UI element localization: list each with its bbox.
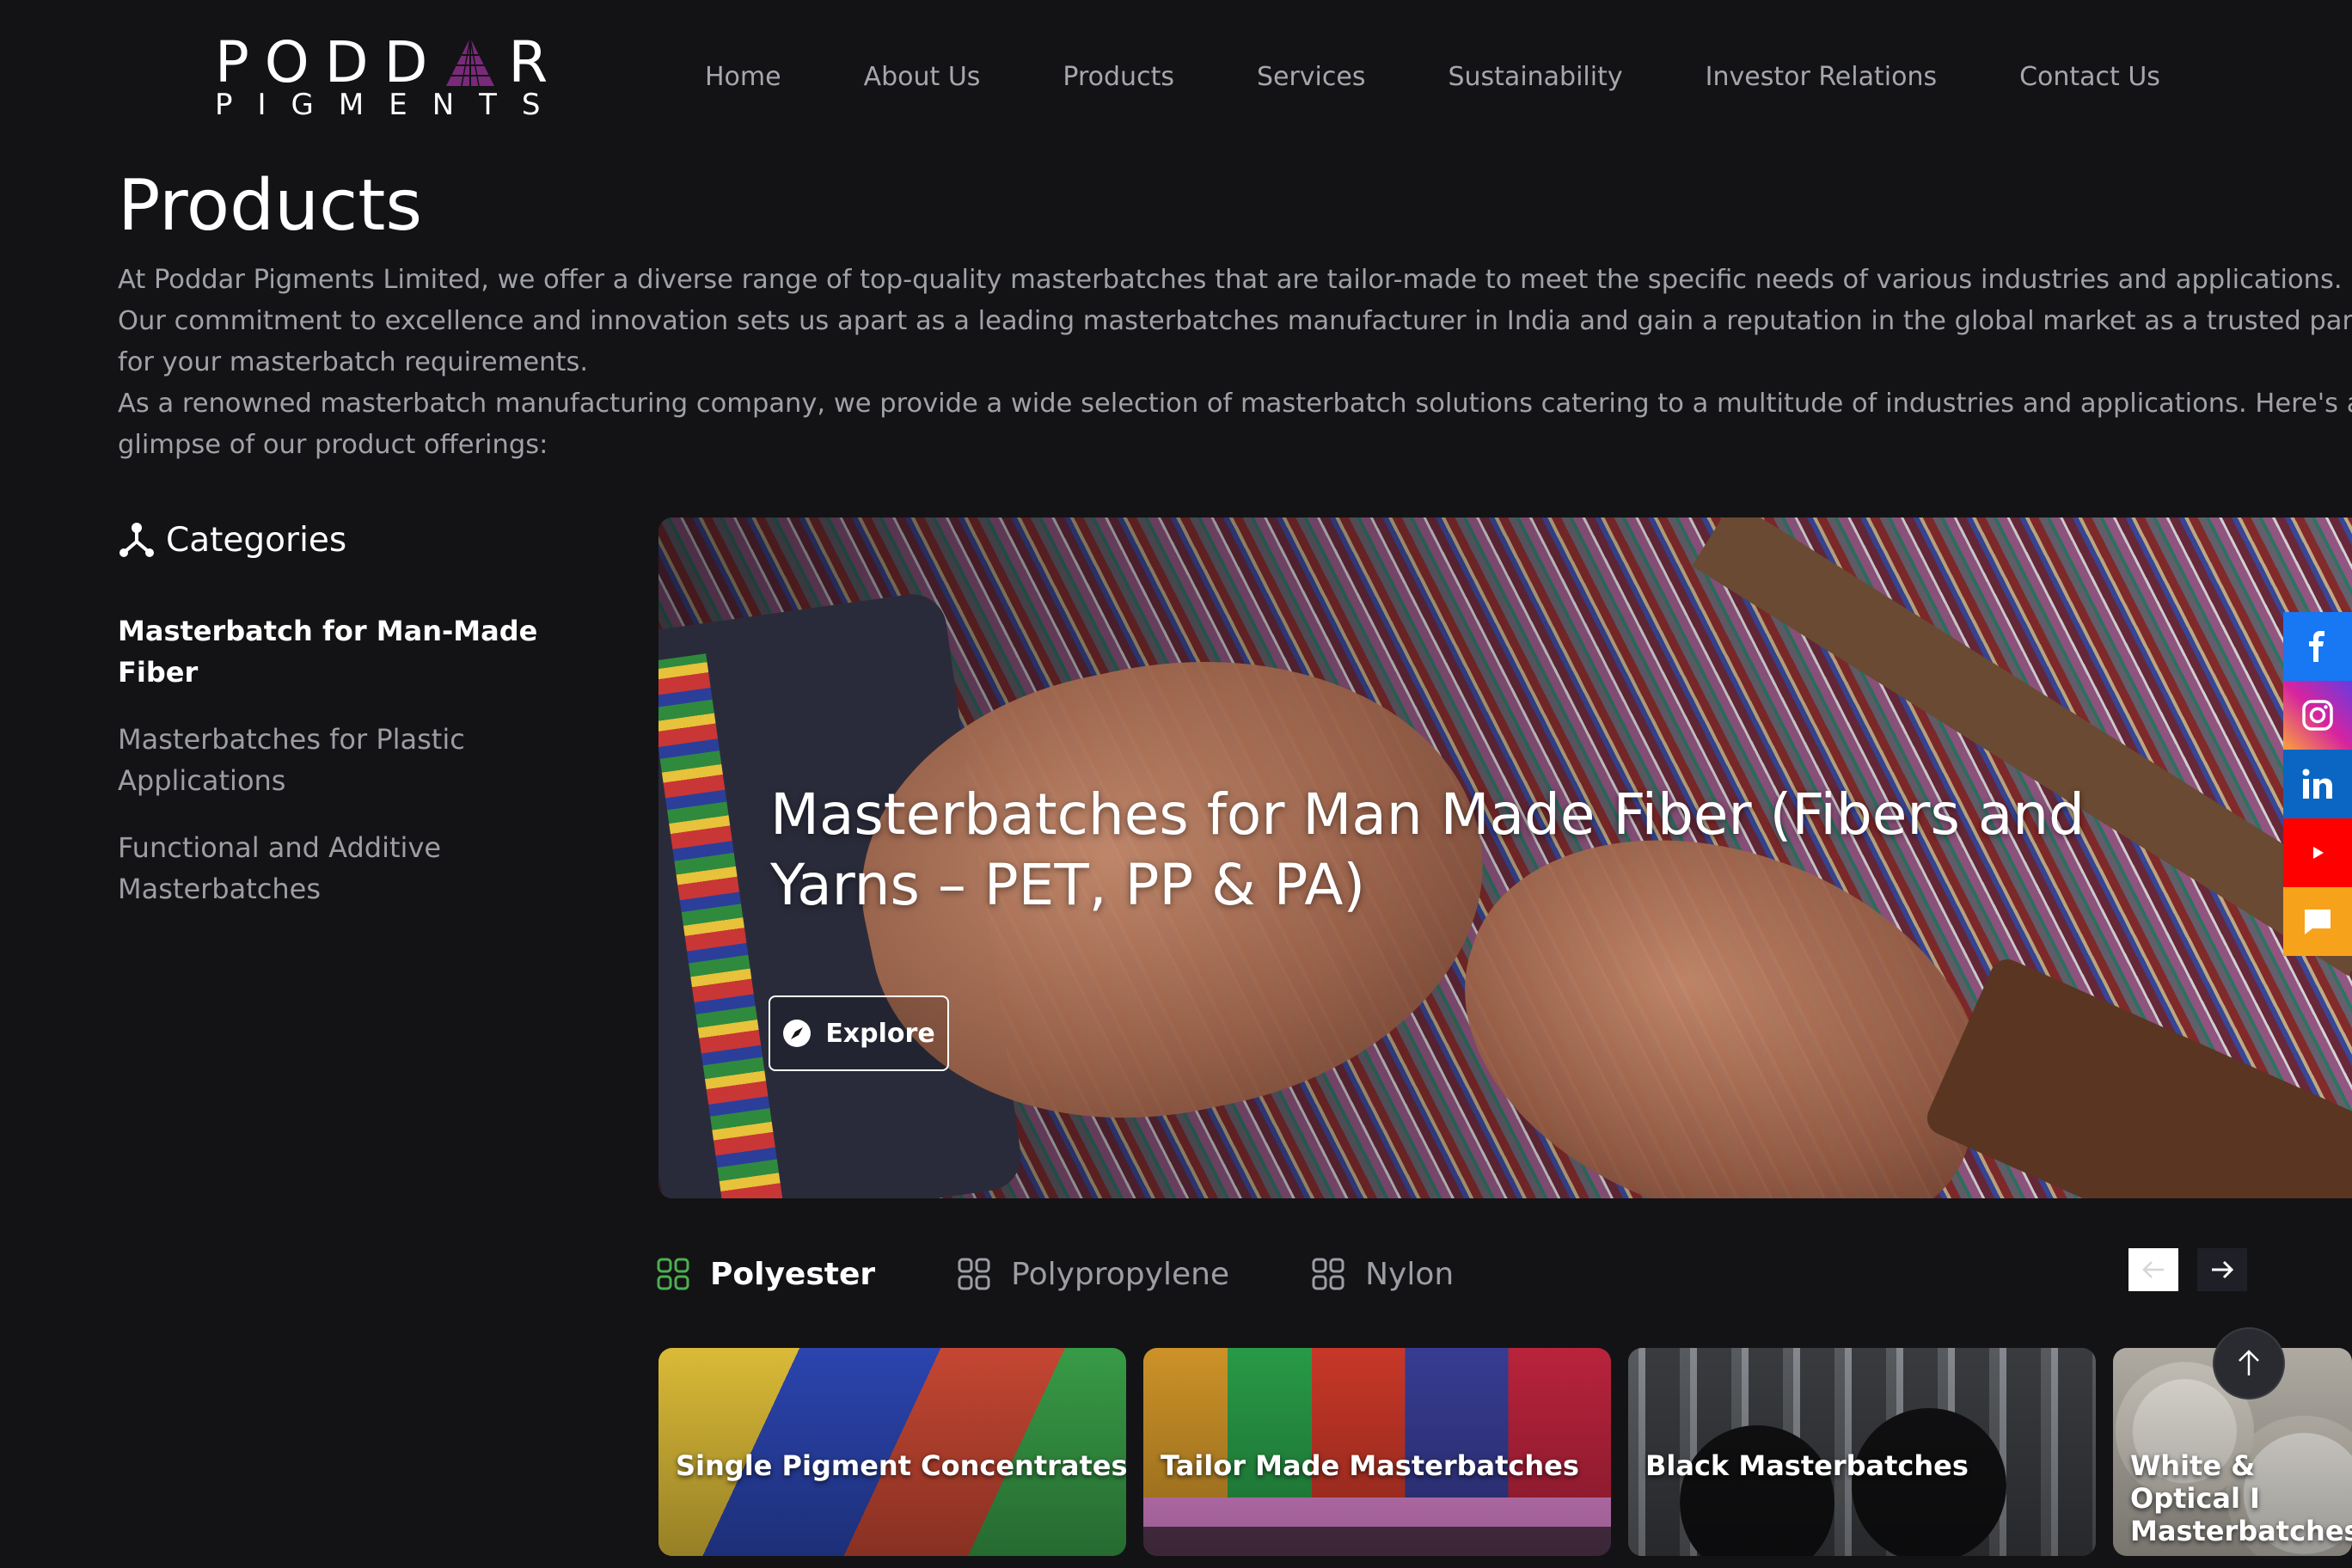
product-card-label: Black Masterbatches: [1645, 1449, 1969, 1482]
product-card-label: Single Pigment Concentrates: [676, 1449, 1126, 1482]
brand-logo[interactable]: PODD R PIGMENTS: [215, 34, 548, 123]
arrow-up-icon: [2239, 1350, 2259, 1375]
linkedin-button[interactable]: [2283, 750, 2352, 818]
categories-heading: Categories: [118, 516, 346, 564]
youtube-button[interactable]: [2283, 818, 2352, 887]
intro-text: At Poddar Pigments Limited, we offer a d…: [118, 260, 2352, 466]
social-bar: [2283, 612, 2352, 956]
product-card-tailor-made[interactable]: Tailor Made Masterbatches: [1143, 1348, 1611, 1556]
tab-nylon[interactable]: Nylon: [1312, 1257, 1454, 1292]
youtube-icon: [2313, 847, 2324, 859]
nav-about-us[interactable]: About Us: [864, 60, 981, 95]
intro-line-1: At Poddar Pigments Limited, we offer a d…: [118, 265, 2343, 295]
categories-heading-label: Categories: [166, 520, 347, 560]
tab-polypropylene[interactable]: Polypropylene: [958, 1257, 1229, 1292]
explore-button-label: Explore: [825, 1018, 935, 1049]
nav-sustainability[interactable]: Sustainability: [1448, 60, 1622, 95]
product-card-label-line-1: White & Optical I: [2130, 1449, 2260, 1515]
tab-nylon-label: Nylon: [1365, 1256, 1455, 1292]
category-man-made-fiber[interactable]: Masterbatch for Man-Made Fiber: [118, 610, 599, 693]
grid-icon: [1312, 1258, 1344, 1290]
tab-polypropylene-label: Polypropylene: [1011, 1256, 1230, 1292]
compass-icon: [783, 1020, 812, 1047]
carousel-next-button[interactable]: [2197, 1248, 2247, 1291]
hero-banner: Masterbatches for Man Made Fiber (Fibers…: [658, 518, 2352, 1198]
category-list: Masterbatch for Man-Made Fiber Masterbat…: [118, 610, 599, 935]
logo-text-right: R: [508, 29, 564, 95]
chat-icon: [2305, 910, 2331, 934]
tab-polyester[interactable]: Polyester: [657, 1257, 875, 1292]
intro-line-3: for your masterbatch requirements.: [118, 347, 589, 377]
arrow-left-icon: [2142, 1261, 2164, 1278]
back-to-top-button[interactable]: [2213, 1327, 2285, 1400]
intro-line-4: As a renowned masterbatch manufacturing …: [118, 389, 2352, 419]
intro-line-5: glimpse of our product offerings:: [118, 430, 548, 460]
product-card-label: Tailor Made Masterbatches: [1161, 1449, 1579, 1482]
page-title: Products: [118, 165, 423, 247]
logo-subtitle: PIGMENTS: [215, 88, 566, 122]
logo-wordmark: PODD R: [215, 34, 563, 91]
product-card-single-pigment[interactable]: Single Pigment Concentrates: [658, 1348, 1126, 1556]
category-functional-additive[interactable]: Functional and Additive Masterbatches: [118, 827, 599, 910]
linkedin-icon: [2302, 769, 2332, 799]
tab-polyester-label: Polyester: [710, 1256, 876, 1292]
main-nav: Home About Us Products Services Sustaina…: [705, 60, 2243, 95]
category-plastic-applications[interactable]: Masterbatches for Plastic Applications: [118, 719, 599, 801]
triangle-icon: [446, 37, 495, 87]
fiber-type-tabs: Polyester Polypropylene Nylon: [657, 1248, 1536, 1300]
hero-wood: [1921, 953, 2352, 1198]
product-card-label-line-2: Masterbatches: [2130, 1515, 2352, 1547]
instagram-button[interactable]: [2283, 681, 2352, 750]
arrow-right-icon: [2212, 1260, 2234, 1279]
explore-button[interactable]: Explore: [769, 995, 949, 1071]
instagram-icon: [2302, 700, 2333, 731]
carousel-prev-button[interactable]: [2128, 1248, 2178, 1291]
nav-home[interactable]: Home: [705, 60, 781, 95]
facebook-icon: [2309, 631, 2324, 662]
chat-button[interactable]: [2283, 887, 2352, 956]
grid-icon: [657, 1258, 689, 1290]
nav-contact-us[interactable]: Contact Us: [2019, 60, 2160, 95]
intro-line-2: Our commitment to excellence and innovat…: [118, 306, 2352, 336]
nav-investor-relations[interactable]: Investor Relations: [1706, 60, 1937, 95]
grid-icon: [958, 1258, 990, 1290]
facebook-button[interactable]: [2283, 612, 2352, 681]
product-card-black[interactable]: Black Masterbatches: [1628, 1348, 2096, 1556]
sitemap-icon: [119, 523, 154, 557]
logo-text-left: PODD: [215, 29, 444, 95]
hero-title: Masterbatches for Man Made Fiber (Fibers…: [770, 781, 2086, 918]
product-card-label: White & Optical I Masterbatches: [2130, 1449, 2352, 1547]
nav-products[interactable]: Products: [1063, 60, 1174, 95]
nav-services[interactable]: Services: [1257, 60, 1366, 95]
